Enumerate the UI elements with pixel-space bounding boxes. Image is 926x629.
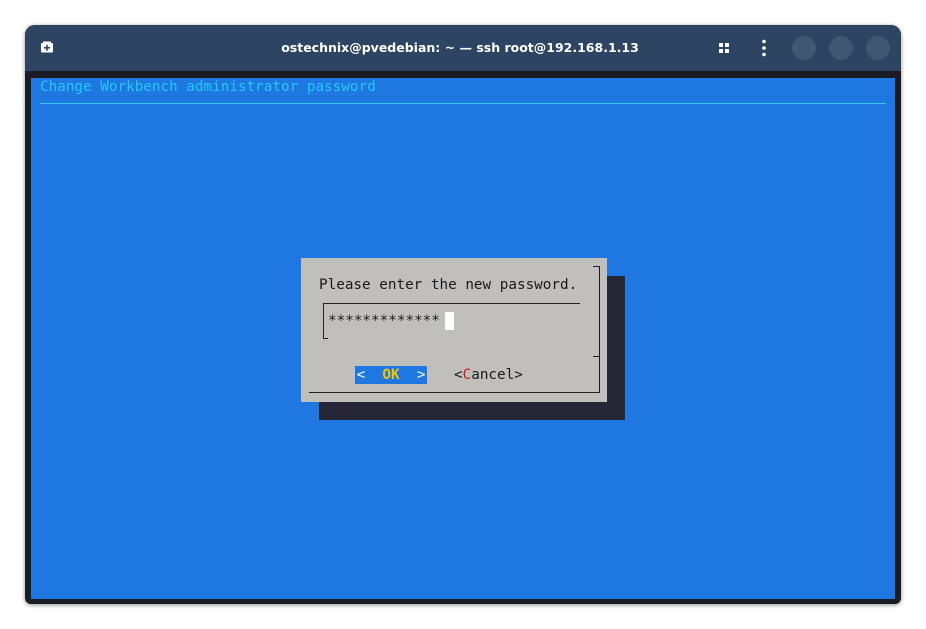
text-cursor (445, 312, 454, 330)
cancel-button-left: < (454, 367, 463, 383)
password-field-border-bottom (323, 338, 328, 339)
dialog-border-corner (593, 266, 599, 267)
kebab-menu-icon[interactable] (754, 38, 774, 58)
dialog-border-bottom (309, 392, 600, 393)
maximize-button[interactable] (829, 36, 853, 60)
password-field-border-left (323, 303, 324, 339)
password-dialog: Please enter the new password. *********… (301, 258, 607, 402)
password-input[interactable]: ************* (328, 312, 440, 330)
dialog-border-right (599, 266, 600, 393)
dialog-prompt: Please enter the new password. (319, 277, 578, 293)
ok-button[interactable]: < OK > (355, 366, 427, 384)
ok-button-right: > (399, 367, 426, 383)
cancel-button-label: ancel> (471, 367, 523, 383)
minimize-button[interactable] (792, 36, 816, 60)
ok-button-left: < (356, 367, 383, 383)
ok-button-label: OK (382, 367, 400, 383)
terminal-window: ostechnix@pvedebian: ~ — ssh root@192.16… (25, 25, 901, 604)
dialog-border-notch (593, 356, 599, 357)
terminal-screen[interactable]: Change Workbench administrator password … (31, 78, 895, 599)
screen-title: Change Workbench administrator password (40, 79, 376, 95)
grid-view-icon[interactable] (714, 38, 734, 58)
title-divider (40, 103, 886, 104)
cancel-button[interactable]: <Cancel> (454, 366, 523, 384)
close-button[interactable] (866, 36, 890, 60)
cancel-button-hotkey: C (462, 367, 472, 383)
password-field-border-top (323, 303, 580, 304)
title-bar: ostechnix@pvedebian: ~ — ssh root@192.16… (25, 25, 901, 71)
